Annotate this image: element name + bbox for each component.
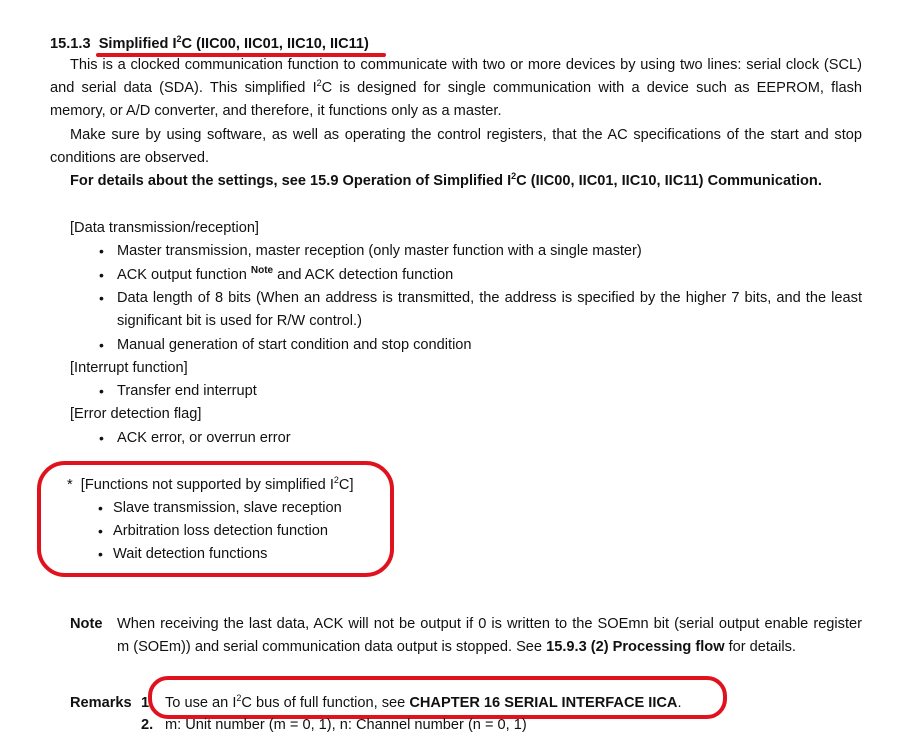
section-title: Simplified I2C (IIC00, IIC01, IIC10, IIC… [98, 34, 369, 53]
remarks-label: Remarks [70, 695, 132, 711]
intro-line-3: memory, or A/D converter, and therefore,… [50, 103, 502, 119]
remark-1: To use an I2C bus of full function, see … [165, 693, 682, 712]
interrupt-function-label: [Interrupt function] [70, 360, 188, 376]
bullet-icon: • [99, 267, 104, 283]
data-transmission-label: [Data transmission/reception] [70, 220, 259, 236]
list-item-continuation: significant bit is used for R/W control.… [117, 313, 362, 329]
intro-line-5: conditions are observed. [50, 150, 210, 166]
note-label: Note [70, 616, 103, 632]
remark-number-2: 2. [141, 717, 154, 733]
list-item: Wait detection functions [113, 546, 268, 562]
list-item: Arbitration loss detection function [113, 523, 328, 539]
list-item: Slave transmission, slave reception [113, 500, 342, 516]
intro-line-4: Make sure by using software, as well as … [70, 127, 862, 143]
intro-line-2: and serial data (SDA). This simplified I… [50, 78, 862, 97]
remark-number-1: 1. [141, 695, 154, 711]
list-item: Manual generation of start condition and… [117, 337, 472, 353]
bullet-icon: • [98, 500, 103, 516]
list-item: Master transmission, master reception (o… [117, 243, 642, 259]
details-reference: For details about the settings, see 15.9… [70, 171, 822, 190]
list-item: ACK error, or overrun error [117, 430, 291, 446]
bullet-icon: • [98, 546, 103, 562]
intro-line-1: This is a clocked communication function… [70, 57, 862, 73]
bullet-icon: • [99, 383, 104, 399]
unsupported-functions-label: * [Functions not supported by simplified… [67, 475, 354, 494]
list-item: Transfer end interrupt [117, 383, 257, 399]
section-number: 15.1.3 [50, 36, 91, 52]
note-reference: Note [250, 265, 274, 276]
bullet-icon: • [99, 337, 104, 353]
list-item: Data length of 8 bits (When an address i… [117, 290, 862, 306]
error-detection-label: [Error detection flag] [70, 406, 202, 422]
bullet-icon: • [99, 243, 104, 259]
note-line-1: When receiving the last data, ACK will n… [117, 616, 862, 632]
bullet-icon: • [99, 430, 104, 446]
list-item: ACK output function Note and ACK detecti… [117, 265, 454, 284]
bullet-icon: • [99, 290, 104, 306]
remark-2: m: Unit number (m = 0, 1), n: Channel nu… [165, 717, 527, 733]
bullet-icon: • [98, 523, 103, 539]
note-line-2: m (SOEm)) and serial communication data … [117, 639, 796, 655]
